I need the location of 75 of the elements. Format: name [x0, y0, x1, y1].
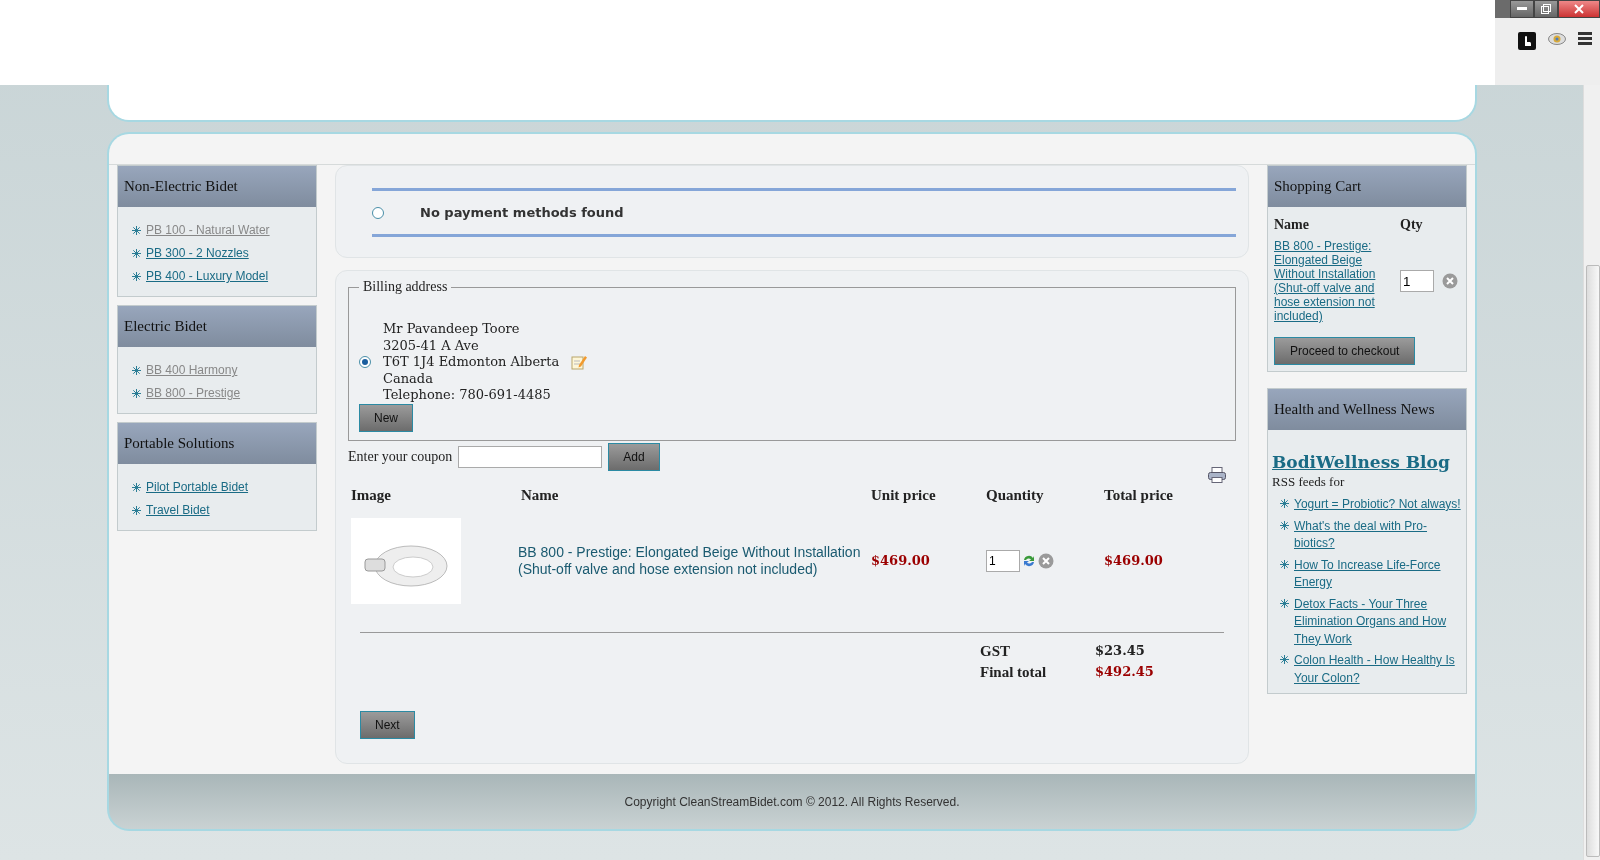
column-header: Total price: [1103, 485, 1175, 505]
column-header: Unit price: [870, 485, 937, 505]
payment-radio[interactable]: [372, 206, 384, 219]
remove-icon[interactable]: [1442, 273, 1458, 289]
blog-link[interactable]: BodiWellness Blog: [1272, 452, 1450, 472]
asterisk-icon: [1280, 655, 1289, 664]
eye-icon[interactable]: [1548, 32, 1566, 46]
category-link[interactable]: PB 400 - Luxury Model: [146, 269, 269, 283]
news-link[interactable]: Yogurt = Probiotic? Not always!: [1294, 496, 1461, 514]
asterisk-icon: [132, 483, 141, 492]
cart-column-header: Qty: [1400, 217, 1424, 233]
minimize-icon[interactable]: [1510, 0, 1534, 18]
news-link[interactable]: How To Increase Life-Force Energy: [1294, 556, 1462, 592]
restore-icon[interactable]: [1534, 0, 1558, 18]
news-title: Health and Wellness News: [1268, 389, 1466, 430]
category-title: Electric Bidet: [118, 306, 316, 347]
coupon-label: Enter your coupon: [348, 448, 453, 465]
payment-message: No payment methods found: [420, 205, 624, 220]
address-line: 3205-41 A Ave: [383, 337, 480, 354]
address-radio[interactable]: [359, 356, 371, 369]
asterisk-icon: [1280, 520, 1289, 530]
product-link[interactable]: BB 800 - Prestige: Elongated Beige Without Installation (Shut-off valve and hose extension not included): [518, 543, 868, 578]
total-value: $23.45: [1095, 642, 1146, 660]
cart-quantity-field[interactable]: 1: [1400, 270, 1434, 292]
new-address-button[interactable]: New: [359, 403, 413, 432]
total-label: GST: [980, 642, 1011, 660]
menu-icon[interactable]: [1578, 32, 1592, 45]
asterisk-icon: [1280, 598, 1289, 608]
refresh-icon[interactable]: [1022, 553, 1036, 568]
category-link[interactable]: PB 100 - Natural Water: [146, 223, 270, 237]
news-link[interactable]: What's the deal with Pro-biotics?: [1294, 517, 1462, 553]
notepad-pencil-icon[interactable]: [571, 354, 588, 371]
close-icon[interactable]: [1558, 0, 1600, 18]
rss-caption: RSS feeds for: [1272, 474, 1345, 489]
remove-icon[interactable]: [1038, 552, 1054, 569]
news-link[interactable]: Colon Health - How Healthy Is Your Colon?: [1294, 652, 1462, 687]
address-line: Telephone: 780-691-4485: [383, 387, 552, 404]
asterisk-icon: [1280, 559, 1289, 569]
checkout-button[interactable]: Proceed to checkout: [1274, 337, 1416, 365]
add-coupon-button[interactable]: Add: [608, 442, 660, 471]
address-line: Canada: [383, 370, 434, 387]
total-value: $492.45: [1095, 663, 1155, 681]
category-title: Non-Electric Bidet: [118, 166, 316, 207]
asterisk-icon: [132, 366, 141, 375]
asterisk-icon: [132, 249, 141, 258]
address-line: T6T 1J4 Edmonton Alberta: [383, 354, 560, 371]
news-link[interactable]: Detox Facts - Your Three Elimination Organs and How They Work: [1294, 595, 1462, 648]
column-header: Quantity: [985, 485, 1045, 505]
category-link[interactable]: BB 400 Harmony: [146, 363, 238, 377]
cart-column-header: Name: [1274, 217, 1310, 233]
asterisk-icon: [1280, 499, 1289, 508]
cart-title: Shopping Cart: [1268, 166, 1466, 207]
scrollbar[interactable]: [1583, 85, 1600, 860]
total-label: Final total: [980, 663, 1048, 681]
category-link[interactable]: Pilot Portable Bidet: [146, 480, 249, 494]
column-header: Name: [520, 485, 560, 505]
category-link[interactable]: BB 800 - Prestige: [146, 386, 241, 400]
asterisk-icon: [132, 389, 141, 398]
quantity-field[interactable]: 1: [986, 549, 1020, 572]
coupon-field[interactable]: [458, 445, 603, 468]
asterisk-icon: [132, 226, 141, 235]
next-button[interactable]: Next: [360, 710, 415, 739]
address-line: Mr Pavandeep Toore: [383, 321, 521, 338]
asterisk-icon: [132, 272, 141, 281]
column-header: Image: [350, 485, 392, 505]
total-price: $469.00: [1103, 553, 1164, 568]
copyright-text: Copyright CleanStreamBidet.com © 2012. All Rights Reserved.: [624, 794, 960, 809]
category-title: Portable Solutions: [118, 423, 316, 464]
printer-icon[interactable]: [1208, 466, 1226, 483]
asterisk-icon: [132, 506, 141, 515]
category-link[interactable]: Travel Bidet: [146, 503, 210, 517]
unit-price: $469.00: [870, 553, 931, 568]
cart-item-link[interactable]: BB 800 - Prestige: Elongated Beige Without Installation (Shut-off valve and hose extension not included): [1274, 239, 1400, 323]
category-link[interactable]: PB 300 - 2 Nozzles: [146, 246, 249, 260]
billing-legend: Billing address: [359, 279, 452, 295]
